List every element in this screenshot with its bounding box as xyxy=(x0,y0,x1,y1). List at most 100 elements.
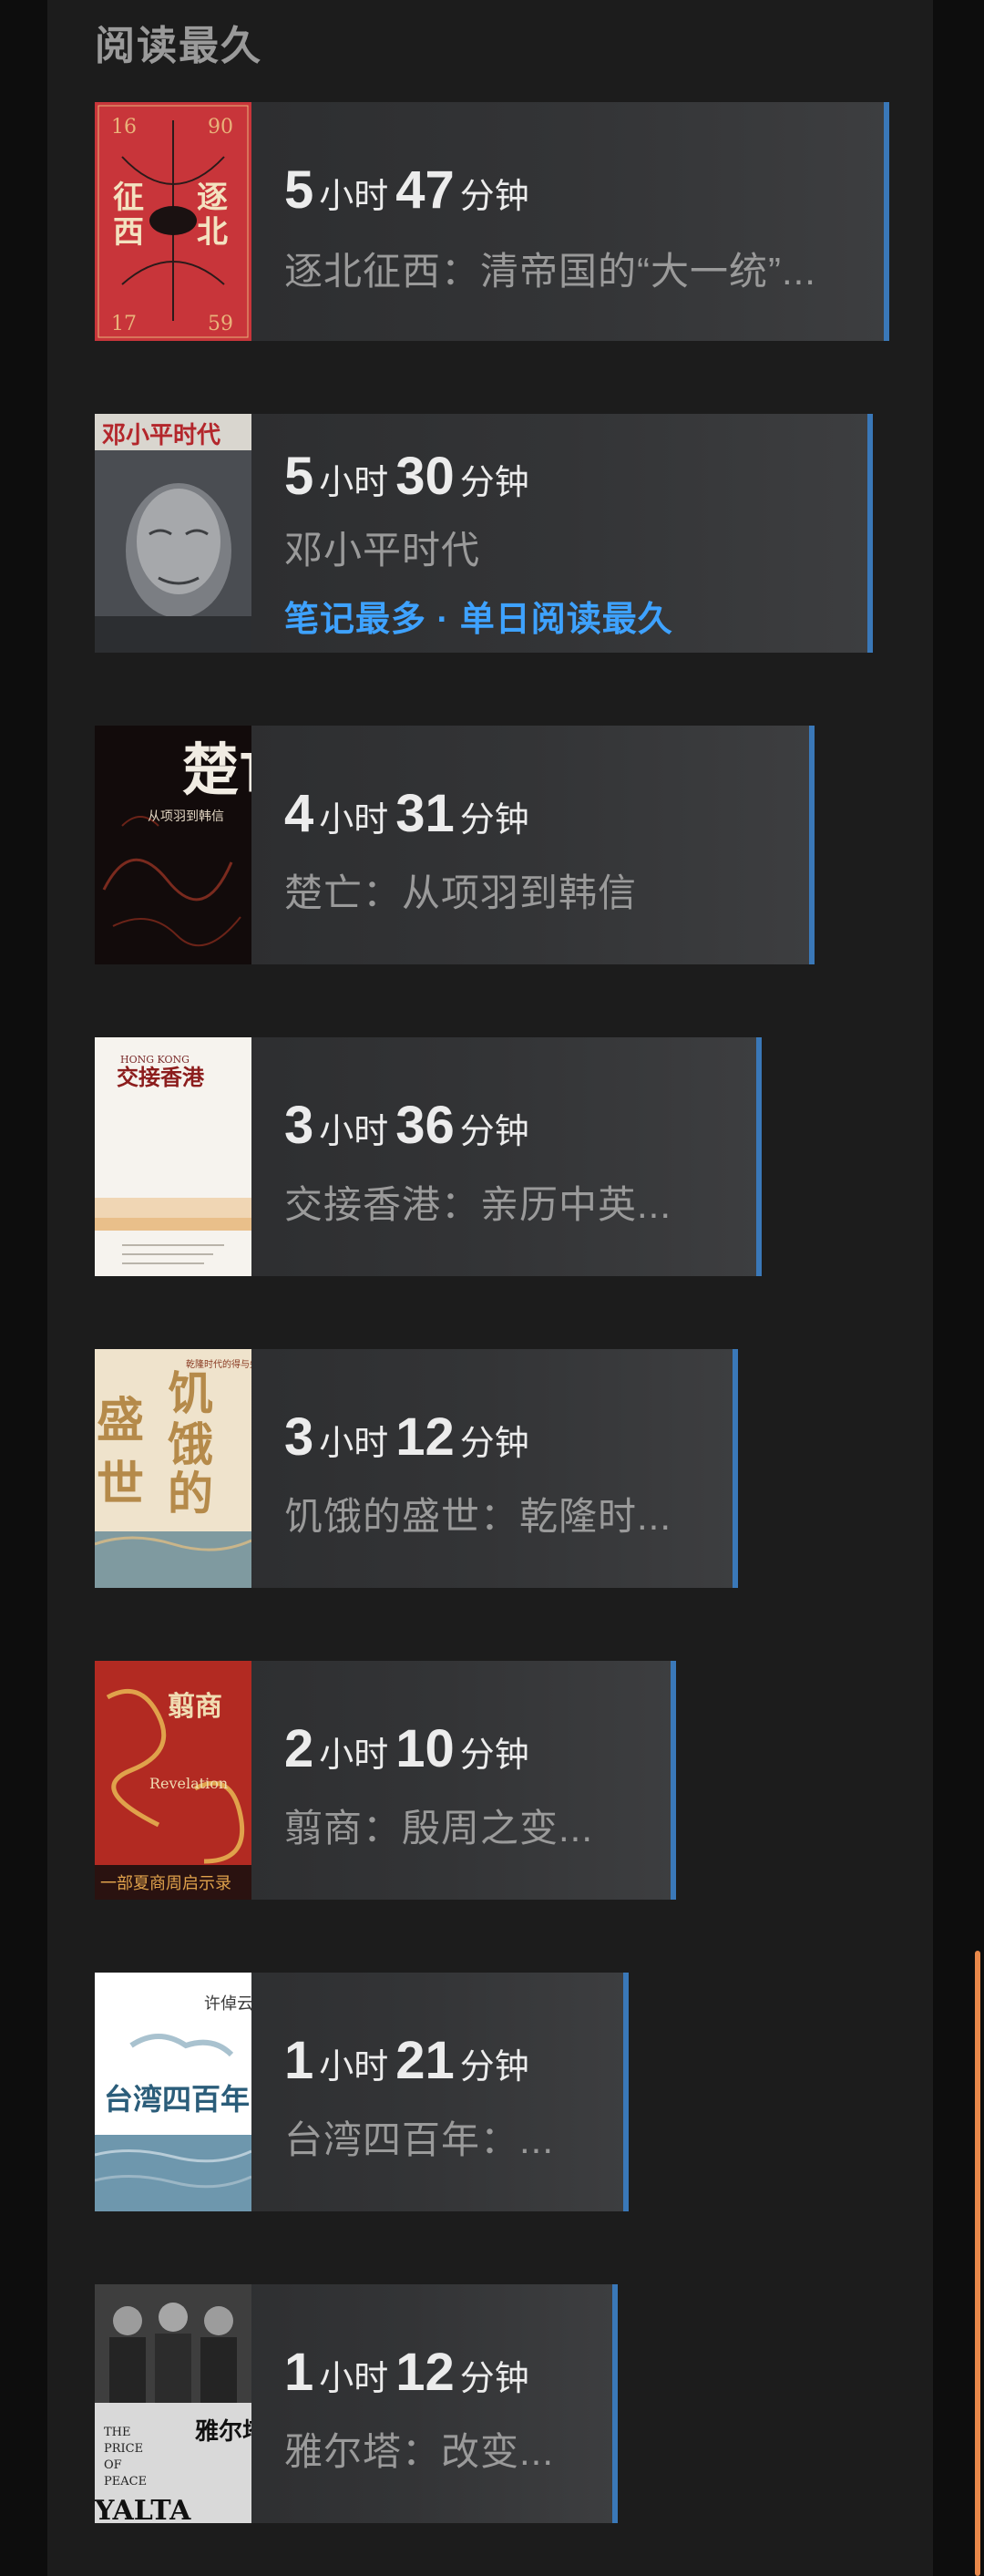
cover-year: 59 xyxy=(208,313,233,335)
hours-unit: 小时 xyxy=(319,464,389,502)
achievement-badge: 笔记最多 · 单日阅读最久 xyxy=(284,601,673,639)
book-title: 饥饿的盛世：乾隆时... xyxy=(284,1495,672,1538)
book-title: 翦商：殷周之变... xyxy=(284,1807,594,1850)
cover-author: 许倬云 xyxy=(204,1994,251,2014)
book-row[interactable]: 许倬云 台湾四百年 1 小时 21 分钟 台湾四百年：... xyxy=(95,1973,629,2211)
hours-value: 4 xyxy=(284,784,314,843)
minutes-unit: 分钟 xyxy=(459,1113,529,1151)
hours-unit: 小时 xyxy=(319,1736,389,1775)
hours-value: 5 xyxy=(284,160,314,220)
minutes-value: 12 xyxy=(395,2343,455,2402)
book-cover: 邓小平时代 xyxy=(95,414,251,653)
cover-en: YALTA xyxy=(95,2495,191,2523)
hours-value: 1 xyxy=(284,2343,314,2402)
cover-subtitle: 乾隆时代的得与失 xyxy=(186,1358,251,1370)
cover-en: OF xyxy=(104,2458,122,2472)
hours-unit: 小时 xyxy=(319,178,389,216)
cover-char: 北 xyxy=(197,214,228,251)
reading-duration: 3 小时 12 分钟 xyxy=(284,1411,537,1464)
book-cover: 雅尔塔 THE PRICE OF PEACE YALTA xyxy=(95,2284,251,2523)
hours-value: 2 xyxy=(284,1719,314,1778)
book-row[interactable]: 邓小平时代 5 小时 30 分钟 邓小平时代 笔记最多 · 单日阅读最久 xyxy=(95,414,873,653)
cover-title: 雅尔塔 xyxy=(195,2417,251,2446)
accent-bar xyxy=(756,1037,762,1276)
hours-unit: 小时 xyxy=(319,1113,389,1151)
book-row[interactable]: 盛 世 饥 饿 的 乾隆时代的得与失 3 小时 12 分钟 饥饿的盛世：乾隆时... xyxy=(95,1349,738,1588)
reading-duration: 2 小时 10 分钟 xyxy=(284,1723,537,1776)
accent-bar xyxy=(884,102,889,341)
section-title: 阅读最久 xyxy=(95,24,262,68)
cover-subtitle: 从项羽到韩信 xyxy=(148,809,224,824)
cover-year: 16 xyxy=(111,116,137,139)
minutes-unit: 分钟 xyxy=(459,2048,529,2087)
book-title: 逐北征西：清帝国的“大一统”... xyxy=(284,250,816,293)
reading-duration: 1 小时 21 分钟 xyxy=(284,2035,537,2087)
book-cover: HONG KONG 交接香港 xyxy=(95,1037,251,1276)
reading-duration: 3 小时 36 分钟 xyxy=(284,1099,537,1152)
book-cover: 楚亡 从项羽到韩信 xyxy=(95,726,251,964)
hours-unit: 小时 xyxy=(319,801,389,840)
reading-duration: 4 小时 31 分钟 xyxy=(284,788,537,840)
minutes-unit: 分钟 xyxy=(459,801,529,840)
cover-char: 饥 xyxy=(168,1366,213,1420)
cover-title: 台湾四百年 xyxy=(104,2082,250,2117)
cover-char: 盛 xyxy=(97,1393,144,1448)
minutes-value: 31 xyxy=(395,784,455,843)
minutes-value: 30 xyxy=(395,447,455,506)
book-title: 楚亡：从项羽到韩信 xyxy=(284,871,638,914)
book-title: 邓小平时代 xyxy=(284,529,481,572)
cover-year: 90 xyxy=(208,116,233,139)
book-row[interactable]: 16 90 17 59 逐 北 征 西 5 小时 47 分钟 逐北征西：清帝国的“大一… xyxy=(95,102,889,341)
book-row[interactable]: HONG KONG 交接香港 3 小时 36 分钟 交接香港：亲历中英... xyxy=(95,1037,762,1276)
minutes-value: 10 xyxy=(395,1719,455,1778)
hours-value: 3 xyxy=(284,1096,314,1155)
cover-char: 西 xyxy=(113,214,144,251)
cover-title: 楚亡 xyxy=(182,737,251,803)
minutes-value: 47 xyxy=(395,160,455,220)
reading-duration: 5 小时 30 分钟 xyxy=(284,450,537,503)
book-cover: 16 90 17 59 逐 北 征 西 xyxy=(95,102,251,341)
accent-bar xyxy=(867,414,873,653)
book-cover: 翦商 Revelation 一部夏商周启示录 xyxy=(95,1661,251,1900)
cover-title: 交接香港 xyxy=(117,1064,205,1090)
book-title: 台湾四百年：... xyxy=(284,2118,555,2161)
reading-duration: 1 小时 12 分钟 xyxy=(284,2346,537,2399)
minutes-value: 12 xyxy=(395,1407,455,1467)
minutes-unit: 分钟 xyxy=(459,178,529,216)
minutes-unit: 分钟 xyxy=(459,1736,529,1775)
hours-unit: 小时 xyxy=(319,2360,389,2398)
accent-bar xyxy=(671,1661,676,1900)
cover-en: THE xyxy=(104,2426,131,2439)
cover-char: 世 xyxy=(97,1457,144,1512)
book-title: 雅尔塔：改变... xyxy=(284,2430,555,2473)
scroll-indicator[interactable] xyxy=(975,1951,980,2576)
cover-title: 翦商 xyxy=(168,1691,222,1723)
minutes-value: 21 xyxy=(395,2031,455,2090)
book-row[interactable]: 雅尔塔 THE PRICE OF PEACE YALTA 1小时12分钟 雅尔塔… xyxy=(95,2284,618,2523)
cover-en: PEACE xyxy=(104,2475,147,2488)
hours-value: 1 xyxy=(284,2031,314,2090)
book-cover: 盛 世 饥 饿 的 乾隆时代的得与失 xyxy=(95,1349,251,1588)
reading-duration: 5 小时 47 分钟 xyxy=(284,164,537,217)
book-row[interactable]: 楚亡 从项羽到韩信 4小时31分钟 楚亡：从项羽到韩信 xyxy=(95,726,815,964)
minutes-unit: 分钟 xyxy=(459,2360,529,2398)
book-cover: 许倬云 台湾四百年 xyxy=(95,1973,251,2211)
cover-char: 征 xyxy=(113,180,144,216)
accent-bar xyxy=(612,2284,618,2523)
cover-en: Revelation xyxy=(149,1775,228,1792)
cover-char: 逐 xyxy=(197,180,228,216)
cover-title: 邓小平时代 xyxy=(102,422,220,449)
minutes-unit: 分钟 xyxy=(459,1425,529,1463)
hours-unit: 小时 xyxy=(319,2048,389,2087)
cover-en: PRICE xyxy=(104,2442,143,2456)
hours-value: 5 xyxy=(284,447,314,506)
accent-bar xyxy=(809,726,815,964)
hours-value: 3 xyxy=(284,1407,314,1467)
hours-unit: 小时 xyxy=(319,1425,389,1463)
accent-bar xyxy=(733,1349,738,1588)
cover-year: 17 xyxy=(111,313,137,335)
book-row[interactable]: 翦商 Revelation 一部夏商周启示录 2 小时 10 分钟 翦商：殷周之变..… xyxy=(95,1661,676,1900)
book-title: 交接香港：亲历中英... xyxy=(284,1183,672,1226)
minutes-value: 36 xyxy=(395,1096,455,1155)
cover-subtitle: 一部夏商周启示录 xyxy=(100,1874,231,1893)
